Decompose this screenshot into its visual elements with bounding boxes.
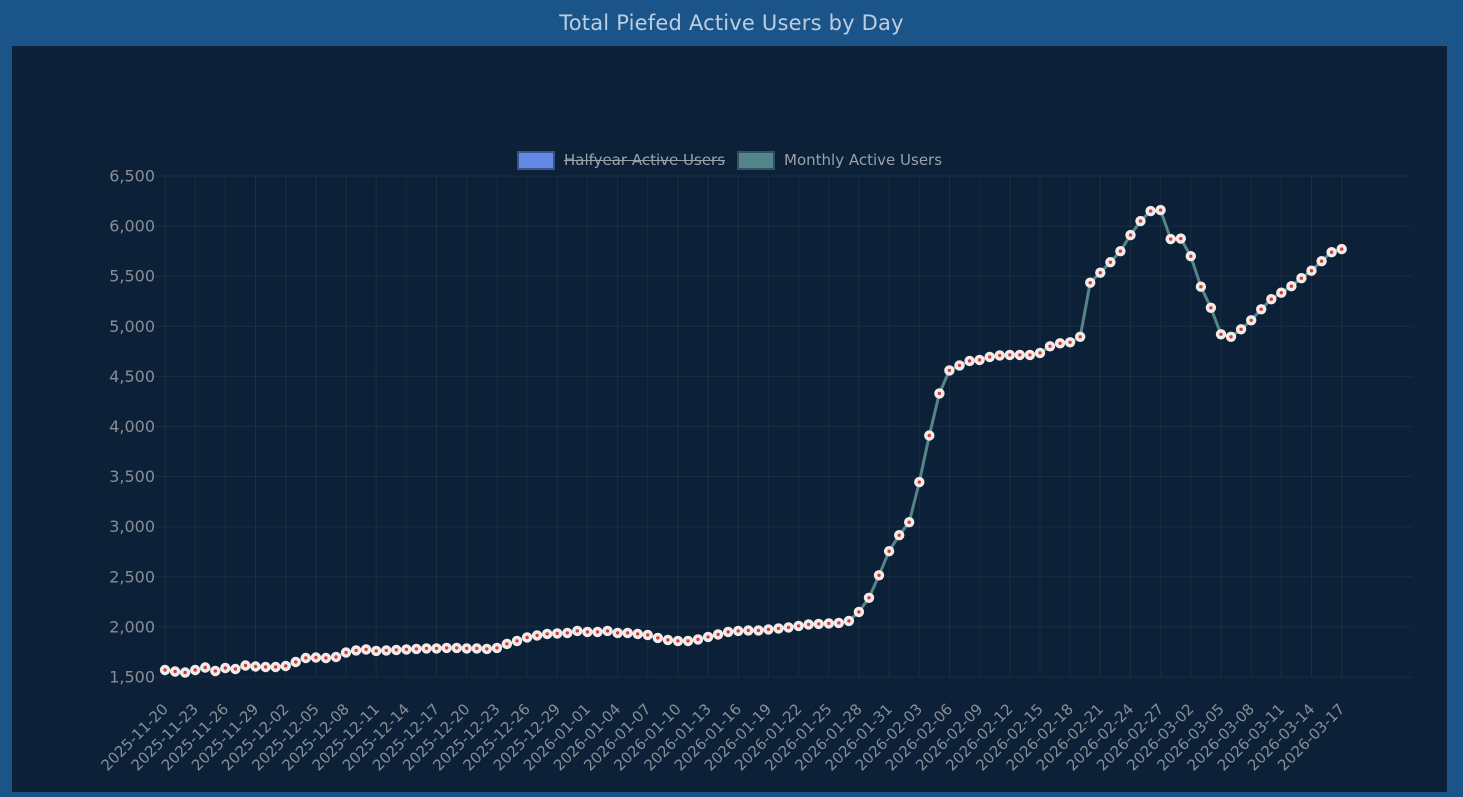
legend-item-halfyear-active-users[interactable]: Halfyear Active Users — [517, 151, 725, 170]
svg-text:3,000: 3,000 — [109, 517, 155, 536]
chart-legend: Halfyear Active Users Monthly Active Use… — [12, 149, 1447, 171]
svg-text:5,500: 5,500 — [109, 267, 155, 286]
title-bar: Total Piefed Active Users by Day — [0, 0, 1463, 46]
svg-text:5,000: 5,000 — [109, 317, 155, 336]
svg-text:2,500: 2,500 — [109, 567, 155, 586]
svg-text:2,000: 2,000 — [109, 617, 155, 636]
chart-panel: 1,500 2,000 2,500 3,000 3,500 4,000 4,500 5,000… — [12, 46, 1447, 792]
svg-text:6,000: 6,000 — [109, 217, 155, 236]
app-window: Total Piefed Active Users by Day 1,500 2,… — [0, 0, 1463, 797]
svg-text:3,500: 3,500 — [109, 467, 155, 486]
svg-text:4,000: 4,000 — [109, 417, 155, 436]
svg-text:4,500: 4,500 — [109, 367, 155, 386]
svg-text:1,500: 1,500 — [109, 668, 155, 687]
legend-swatch-halfyear-icon — [517, 151, 555, 170]
legend-swatch-monthly-icon — [737, 151, 775, 170]
chart-title: Total Piefed Active Users by Day — [559, 11, 903, 35]
legend-label-halfyear: Halfyear Active Users — [564, 151, 725, 169]
legend-item-monthly-active-users[interactable]: Monthly Active Users — [737, 151, 942, 170]
legend-label-monthly: Monthly Active Users — [784, 151, 942, 169]
